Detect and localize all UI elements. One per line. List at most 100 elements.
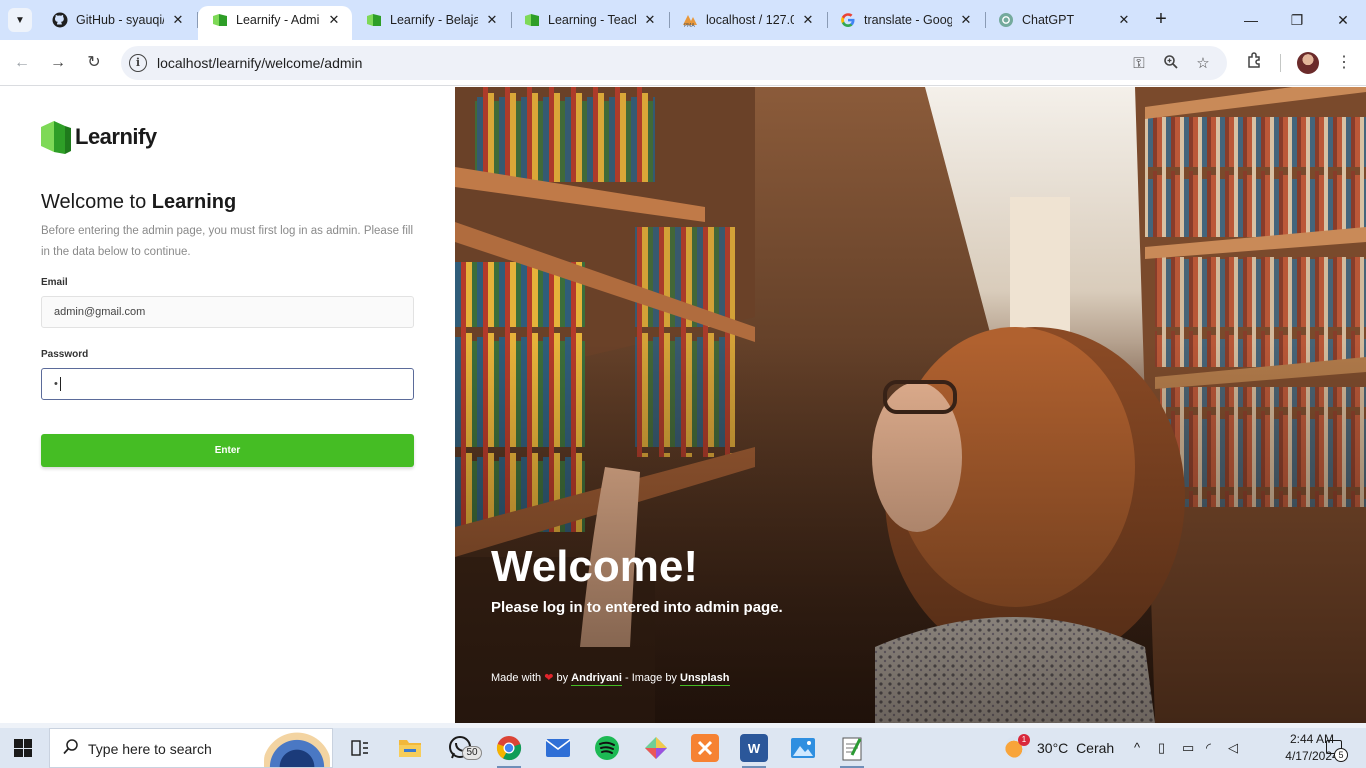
search-placeholder: Type here to search	[88, 741, 212, 757]
close-icon[interactable]: ✕	[170, 12, 186, 28]
notification-count-badge: 5	[1334, 748, 1348, 762]
tab-google-translate[interactable]: translate - Goog ✕	[826, 6, 984, 34]
weather-widget[interactable]: 30°C Cerah	[1037, 740, 1114, 756]
author-link[interactable]: Andriyani	[571, 672, 622, 686]
close-icon[interactable]: ✕	[1116, 12, 1132, 28]
tab-title: translate - Goog	[864, 13, 952, 27]
taskbar-search[interactable]: Type here to search	[49, 728, 333, 768]
word-icon[interactable]: W	[740, 734, 768, 768]
login-title-prefix: Welcome to	[41, 191, 152, 213]
credit-mid: - Image by	[624, 672, 677, 684]
zoom-icon[interactable]	[1161, 54, 1181, 74]
weather-alert-badge: 1	[1018, 734, 1030, 746]
close-icon[interactable]: ✕	[642, 12, 658, 28]
url-text[interactable]: localhost/learnify/welcome/admin	[157, 55, 362, 71]
minimize-button[interactable]: —	[1228, 8, 1274, 32]
brand-logo[interactable]: Learnify	[41, 118, 157, 156]
unsplash-link[interactable]: Unsplash	[680, 672, 730, 686]
tab-github[interactable]: GitHub - syauqi/ ✕	[38, 6, 196, 34]
login-title: Welcome to Learning	[41, 191, 236, 214]
hero-overlay	[455, 87, 1366, 723]
email-value: admin@gmail.com	[54, 306, 146, 318]
password-field[interactable]: •	[41, 368, 414, 400]
hero-credit: Made with ❤ by Andriyani - Image by Unsp…	[491, 671, 730, 686]
tab-title: GitHub - syauqi/	[76, 13, 164, 27]
menu-kebab-icon[interactable]: ⋮	[1332, 51, 1356, 75]
extensions-icon[interactable]	[1243, 51, 1267, 75]
chevron-down-icon: ▼	[15, 14, 25, 26]
address-bar[interactable]: i localhost/learnify/welcome/admin ⚿ ☆	[121, 46, 1227, 80]
text-caret	[59, 377, 61, 392]
chevron-up-icon[interactable]: ^	[1134, 740, 1140, 755]
weather-desc: Cerah	[1076, 740, 1115, 756]
close-icon[interactable]: ✕	[800, 12, 816, 28]
tab-learning-teach[interactable]: Learning - Teach ✕	[510, 6, 668, 34]
tab-learnify-belajar[interactable]: Learnify - Belaja ✕	[352, 6, 510, 34]
gitkraken-icon[interactable]	[642, 734, 670, 762]
reload-button[interactable]: ↻	[82, 51, 106, 75]
hero-image-panel: Welcome! Please log in to entered into a…	[455, 87, 1366, 723]
close-icon[interactable]: ✕	[484, 12, 500, 28]
battery-icon[interactable]: ▭	[1182, 740, 1194, 756]
restore-button[interactable]: ❐	[1274, 8, 1320, 32]
file-explorer-icon[interactable]	[396, 734, 424, 762]
chatgpt-icon	[998, 12, 1014, 28]
logo-text: Learnify	[75, 124, 157, 149]
tab-phpmyadmin[interactable]: PMA localhost / 127.0 ✕	[668, 6, 826, 34]
github-icon	[52, 12, 68, 28]
login-description: Before entering the admin page, you must…	[41, 225, 414, 258]
close-icon[interactable]: ✕	[326, 12, 342, 28]
learnify-icon	[524, 12, 540, 28]
task-view-icon[interactable]	[346, 734, 374, 762]
svg-text:PMA: PMA	[684, 23, 695, 28]
tab-title: localhost / 127.0	[706, 13, 794, 27]
tab-learnify-admin[interactable]: Learnify - Admin ✕	[198, 6, 352, 40]
weather-temp: 30°C	[1037, 740, 1069, 756]
photos-icon[interactable]	[789, 734, 817, 762]
browser-toolbar: ← → ↻ i localhost/learnify/welcome/admin…	[0, 40, 1366, 86]
hero-title: Welcome!	[491, 542, 699, 591]
close-window-button[interactable]: ✕	[1320, 8, 1366, 32]
page-content: Learnify Welcome to Learning Before ente…	[0, 87, 1366, 723]
reload-icon: ↻	[87, 54, 101, 71]
site-info-icon[interactable]: i	[129, 54, 147, 72]
notepad-plus-icon[interactable]	[838, 734, 866, 768]
windows-taskbar: Type here to search W 50 1 30°C Cerah ^ …	[0, 728, 1366, 768]
tab-search-button[interactable]: ▼	[8, 8, 32, 32]
back-button[interactable]: ←	[10, 51, 34, 75]
credit-by: by	[556, 672, 569, 684]
login-panel: Learnify Welcome to Learning Before ente…	[0, 87, 455, 723]
toolbar-divider	[1280, 54, 1281, 72]
tab-title: Learnify - Belaja	[390, 13, 478, 27]
search-highlight-image	[264, 731, 330, 767]
learnify-logo-icon	[41, 118, 71, 156]
chrome-icon[interactable]	[495, 734, 523, 768]
search-icon	[62, 738, 80, 761]
email-field[interactable]: admin@gmail.com	[41, 296, 414, 328]
bookmark-star-icon[interactable]: ☆	[1193, 54, 1213, 74]
password-key-icon[interactable]: ⚿	[1129, 54, 1149, 74]
learnify-icon	[212, 12, 228, 28]
windows-start-button[interactable]	[14, 739, 32, 757]
browser-tab-strip: ▼ GitHub - syauqi/ ✕ Learnify - Admin ✕ …	[0, 0, 1366, 40]
profile-avatar[interactable]	[1297, 52, 1319, 74]
new-tab-button[interactable]: +	[1150, 8, 1172, 30]
tab-chatgpt[interactable]: ChatGPT ✕	[984, 6, 1142, 34]
volume-icon[interactable]: ◁	[1228, 740, 1238, 756]
enter-button[interactable]: Enter	[41, 434, 414, 467]
mail-icon[interactable]	[544, 734, 572, 762]
learnify-icon	[366, 12, 382, 28]
wifi-icon[interactable]: ◜	[1206, 740, 1211, 756]
forward-button[interactable]: →	[46, 51, 70, 75]
whatsapp-unread-badge: 50	[462, 746, 482, 760]
google-icon	[840, 12, 856, 28]
login-title-bold: Learning	[151, 191, 237, 213]
password-value: •	[54, 378, 58, 390]
phpmyadmin-icon: PMA	[682, 12, 698, 28]
credit-prefix: Made with	[491, 672, 542, 684]
spotify-icon[interactable]	[593, 734, 621, 762]
xampp-icon[interactable]	[691, 734, 719, 762]
device-icon[interactable]: ▯	[1158, 740, 1165, 756]
password-label: Password	[41, 349, 89, 360]
close-icon[interactable]: ✕	[958, 12, 974, 28]
